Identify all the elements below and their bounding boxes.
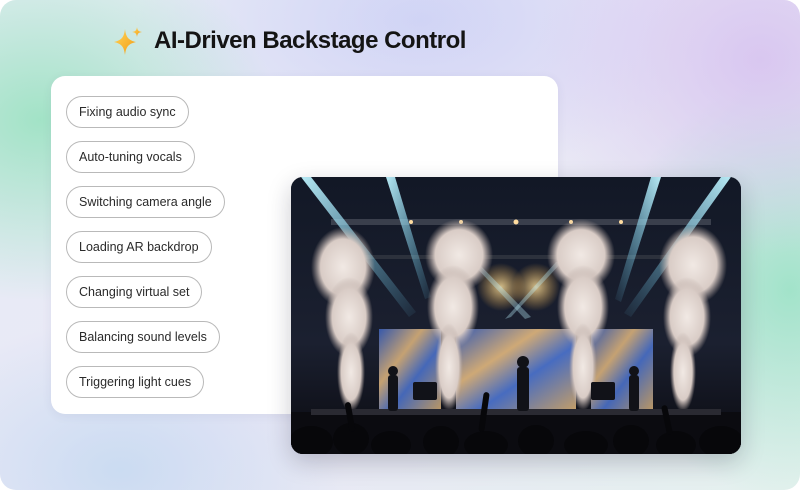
concert-stage-photo <box>291 177 741 454</box>
task-chip-camera-angle[interactable]: Switching camera angle <box>66 186 225 218</box>
task-chip-audio-sync[interactable]: Fixing audio sync <box>66 96 189 128</box>
header: AI-Driven Backstage Control <box>112 22 466 60</box>
task-chip-auto-tuning[interactable]: Auto-tuning vocals <box>66 141 195 173</box>
task-chip-ar-backdrop[interactable]: Loading AR backdrop <box>66 231 212 263</box>
task-chip-light-cues[interactable]: Triggering light cues <box>66 366 205 398</box>
task-chip-list: Fixing audio sync Auto-tuning vocals Swi… <box>66 96 225 398</box>
task-chip-sound-levels[interactable]: Balancing sound levels <box>66 321 220 353</box>
page-title: AI-Driven Backstage Control <box>154 27 466 54</box>
sparkle-icon <box>114 27 142 55</box>
task-chip-virtual-set[interactable]: Changing virtual set <box>66 276 203 308</box>
